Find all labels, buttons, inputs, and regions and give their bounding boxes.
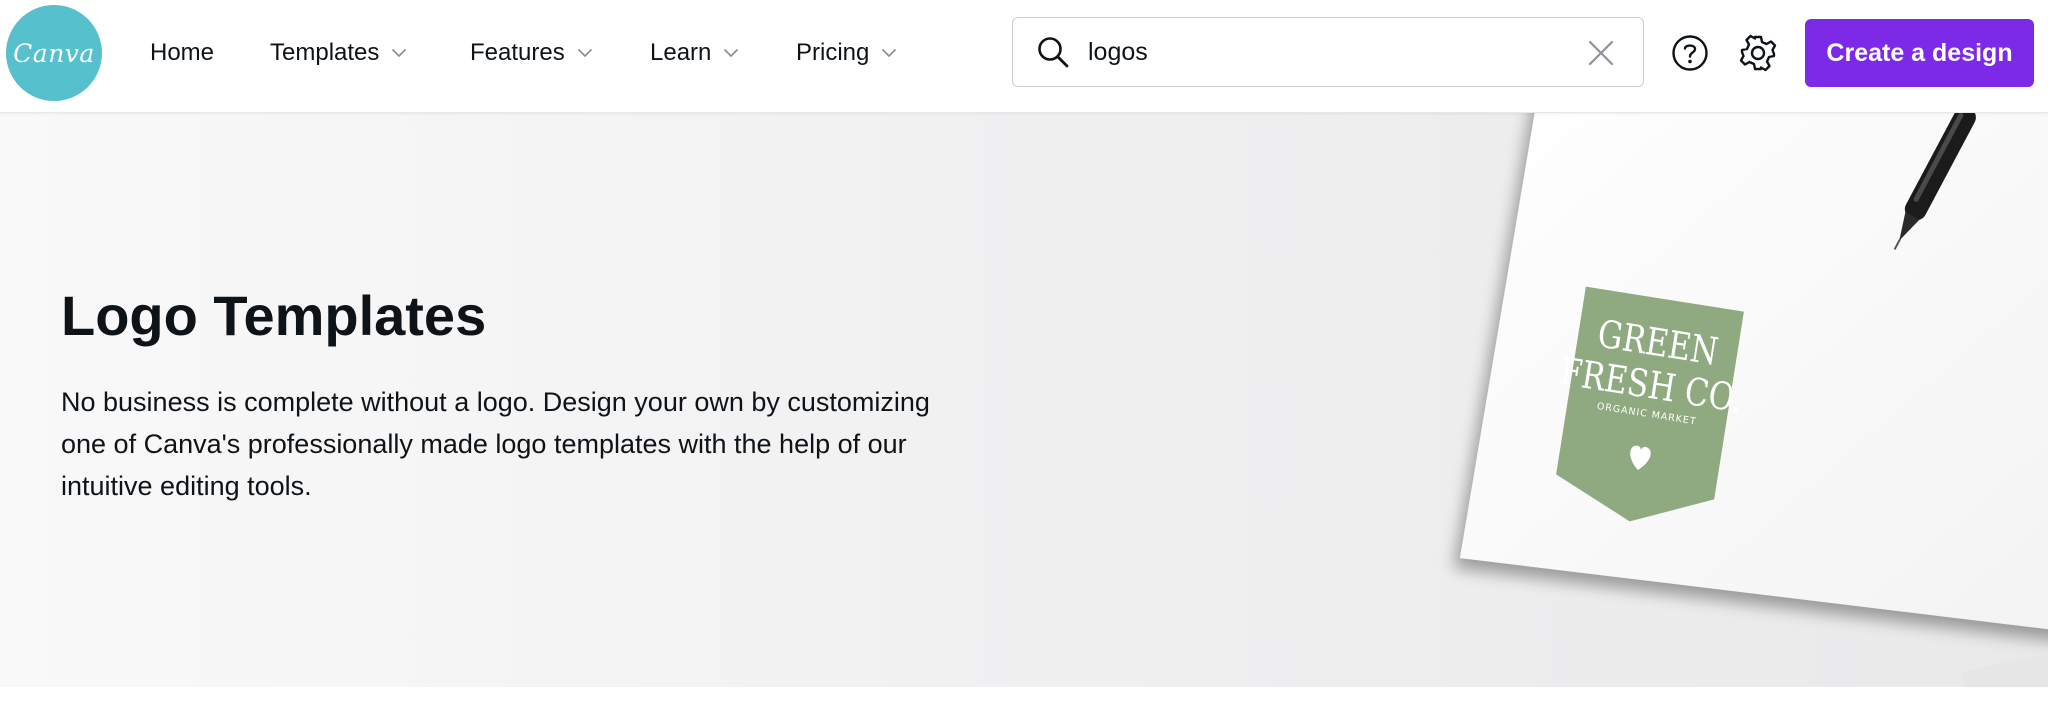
hero-image: GREEN FRESH CO. ORGANIC MARKET (1400, 113, 2048, 687)
help-icon[interactable] (1670, 33, 1710, 73)
search-box (1012, 17, 1644, 87)
nav-templates-label: Templates (270, 39, 380, 66)
page-title: Logo Templates (61, 284, 487, 347)
nav-templates-dropdown[interactable]: Templates (270, 34, 408, 72)
top-navigation-bar: Canva Home Templates Features Learn Pric… (0, 0, 2048, 113)
hero-banner: Logo Templates No business is complete w… (0, 113, 2048, 687)
nav-features-label: Features (470, 39, 565, 66)
nav-features-dropdown[interactable]: Features (470, 34, 594, 72)
search-input[interactable] (1088, 30, 1558, 74)
chevron-down-icon (390, 44, 408, 62)
chevron-down-icon (722, 44, 740, 62)
nav-learn-label: Learn (650, 39, 712, 66)
search-icon (1035, 34, 1071, 70)
create-a-design-button[interactable]: Create a design (1805, 19, 2034, 87)
nav-pricing-label: Pricing (796, 39, 870, 66)
nav-learn-dropdown[interactable]: Learn (650, 34, 740, 72)
nav-home-label: Home (150, 39, 215, 66)
nav-home[interactable]: Home (150, 34, 214, 72)
chevron-down-icon (576, 44, 594, 62)
nav-pricing-dropdown[interactable]: Pricing (796, 34, 898, 72)
close-icon[interactable] (1587, 39, 1615, 67)
canva-logo[interactable]: Canva (6, 5, 102, 101)
hero-description: No business is complete without a logo. … (61, 387, 930, 501)
paper-corner (1960, 653, 2048, 687)
chevron-down-icon (880, 44, 898, 62)
page-below-fold (0, 687, 2048, 726)
gear-icon[interactable] (1738, 33, 1778, 73)
paper-sheet (1460, 113, 2048, 630)
logo-text: Canva (13, 38, 95, 68)
